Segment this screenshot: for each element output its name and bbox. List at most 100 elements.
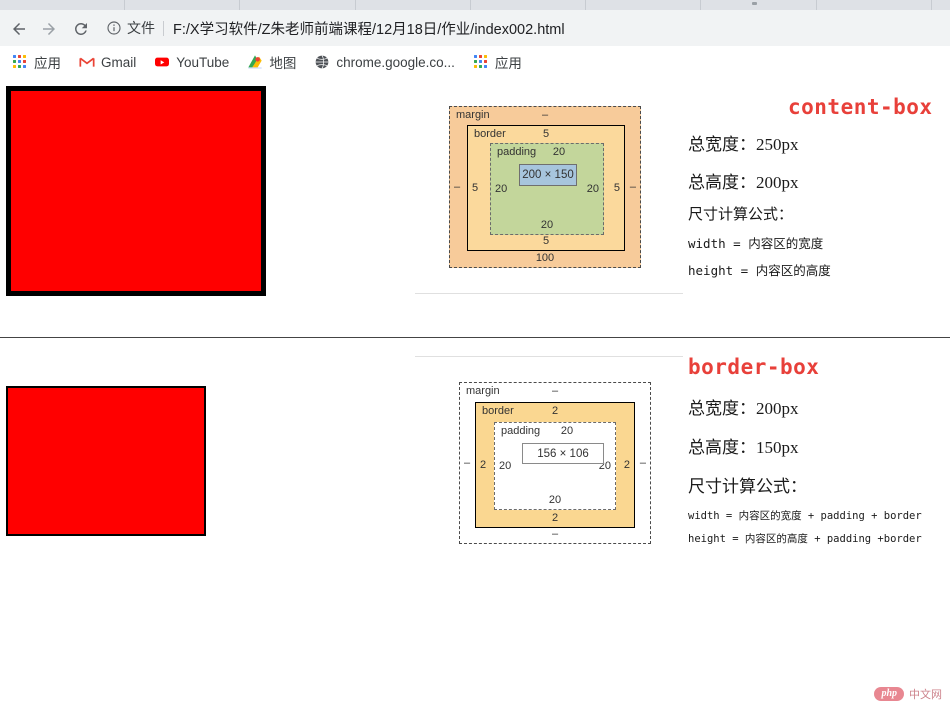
forward-button[interactable] bbox=[38, 18, 60, 40]
back-arrow-icon bbox=[10, 20, 28, 38]
info-circle-icon[interactable] bbox=[106, 20, 122, 36]
url-scheme-label: 文件 bbox=[127, 20, 155, 36]
padding-left-value: 20 bbox=[499, 460, 512, 472]
bookmark-label: 应用 bbox=[494, 56, 522, 71]
margin-top-value: – bbox=[541, 109, 549, 121]
bookmark-chrome-store[interactable]: chrome.google.co... bbox=[312, 50, 457, 74]
tab-divider bbox=[816, 0, 817, 10]
bookmark-label: 应用 bbox=[34, 56, 61, 71]
google-maps-icon bbox=[247, 54, 263, 70]
bookmark-youtube[interactable]: YouTube bbox=[152, 50, 231, 74]
forward-arrow-icon bbox=[40, 20, 58, 38]
border-top-value: 2 bbox=[551, 405, 559, 417]
border-top-value: 5 bbox=[542, 128, 550, 140]
bookmark-label: chrome.google.co... bbox=[336, 54, 455, 70]
omnibox-divider bbox=[163, 20, 164, 36]
padding-bottom-value: 20 bbox=[548, 494, 562, 506]
panel-title: content-box bbox=[788, 95, 933, 119]
explanation-panel-border-box: border-box 总宽度：200px 总高度：150px 尺寸计算公式： w… bbox=[688, 355, 946, 546]
panel-title: border-box bbox=[688, 355, 820, 379]
margin-bottom-value: – bbox=[551, 528, 559, 540]
margin-left-value: – bbox=[464, 457, 471, 469]
box-model-content-layer: 200 × 150 bbox=[519, 164, 577, 186]
apps-grid-icon bbox=[12, 54, 28, 70]
formula-width-text: width = 内容区的宽度 + padding + border bbox=[688, 510, 922, 522]
section-divider-light bbox=[415, 293, 683, 294]
reload-icon bbox=[72, 20, 90, 38]
explanation-panel-content-box: content-box 总宽度：250px 总高度：200px 尺寸计算公式： … bbox=[688, 95, 946, 279]
bookmark-maps[interactable]: 地图 bbox=[245, 50, 298, 74]
margin-top-value: – bbox=[551, 385, 559, 397]
youtube-icon bbox=[154, 54, 170, 70]
padding-bottom-value: 20 bbox=[540, 219, 554, 231]
browser-chrome: 文件 F:/X学习软件/Z朱老师前端课程/12月18日/作业/index002.… bbox=[0, 0, 950, 78]
bookmark-label: Gmail bbox=[101, 54, 137, 70]
tab-strip[interactable] bbox=[0, 0, 950, 10]
box-model-padding-layer: padding 20 20 20 20 200 × 150 bbox=[490, 143, 604, 235]
box-model-margin-layer: margin – – – – border 2 2 2 2 padding 20… bbox=[459, 382, 651, 544]
url-input[interactable]: F:/X学习软件/Z朱老师前端课程/12月18日/作业/index002.htm… bbox=[173, 18, 565, 39]
watermark-label: 中文网 bbox=[909, 689, 942, 701]
watermark: php 中文网 bbox=[874, 686, 942, 702]
section-divider-main bbox=[0, 337, 950, 338]
padding-top-value: 20 bbox=[560, 425, 574, 437]
margin-bottom-value: 100 bbox=[535, 252, 555, 264]
tab-divider bbox=[470, 0, 471, 10]
total-height-text: 总高度：150px bbox=[688, 438, 799, 457]
box-model-diagram-content-box: margin – 100 – – border 5 5 5 5 padding … bbox=[449, 106, 641, 268]
address-bar[interactable]: 文件 F:/X学习软件/Z朱老师前端课程/12月18日/作业/index002.… bbox=[106, 16, 944, 40]
padding-right-value: 20 bbox=[586, 183, 599, 195]
box-model-diagram-border-box: margin – – – – border 2 2 2 2 padding 20… bbox=[459, 382, 651, 544]
bookmark-label: YouTube bbox=[176, 54, 230, 70]
formula-height-text: height = 内容区的高度 + padding +border bbox=[688, 533, 922, 545]
browser-toolbar: 文件 F:/X学习软件/Z朱老师前端课程/12月18日/作业/index002.… bbox=[0, 10, 950, 47]
red-demo-box-content-box bbox=[6, 86, 266, 296]
apps-grid-icon bbox=[473, 54, 489, 70]
border-left-value: 2 bbox=[480, 459, 487, 471]
padding-top-value: 20 bbox=[552, 146, 566, 158]
border-left-value: 5 bbox=[472, 182, 479, 194]
globe-icon bbox=[314, 54, 330, 70]
reload-button[interactable] bbox=[70, 18, 92, 40]
tab-divider bbox=[239, 0, 240, 10]
content-size-value: 200 × 150 bbox=[522, 169, 574, 181]
page-content: margin – 100 – – border 5 5 5 5 padding … bbox=[0, 78, 950, 714]
bookmark-apps[interactable]: 应用 bbox=[10, 50, 63, 74]
box-model-border-layer: border 2 2 2 2 padding 20 20 20 20 156 ×… bbox=[475, 402, 635, 528]
back-button[interactable] bbox=[8, 18, 30, 40]
tab-divider bbox=[700, 0, 701, 10]
box-model-padding-layer: padding 20 20 20 20 156 × 106 bbox=[494, 422, 616, 510]
border-bottom-value: 5 bbox=[542, 235, 550, 247]
box-model-border-layer: border 5 5 5 5 padding 20 20 20 20 200 ×… bbox=[467, 125, 625, 251]
formula-height-text: height = 内容区的高度 bbox=[688, 263, 831, 278]
bookmark-label: 地图 bbox=[269, 56, 297, 71]
border-right-value: 5 bbox=[613, 182, 620, 194]
border-right-value: 2 bbox=[623, 459, 630, 471]
box-model-margin-layer: margin – 100 – – border 5 5 5 5 padding … bbox=[449, 106, 641, 268]
margin-right-value: – bbox=[639, 457, 646, 469]
margin-right-value: – bbox=[629, 181, 636, 193]
tab-divider bbox=[585, 0, 586, 10]
padding-left-value: 20 bbox=[495, 183, 508, 195]
total-height-text: 总高度：200px bbox=[688, 173, 799, 192]
border-bottom-value: 2 bbox=[551, 512, 559, 524]
margin-left-value: – bbox=[454, 181, 461, 193]
bookmark-apps-2[interactable]: 应用 bbox=[471, 50, 524, 74]
tab-divider bbox=[355, 0, 356, 10]
tab-divider bbox=[124, 0, 125, 10]
bookmarks-bar: 应用 Gmail YouTube 地图 chrome.google.co... … bbox=[0, 46, 950, 78]
content-size-value: 156 × 106 bbox=[537, 447, 589, 460]
php-logo: php bbox=[874, 687, 904, 701]
red-demo-box-border-box bbox=[6, 386, 206, 536]
total-width-text: 总宽度：250px bbox=[688, 135, 799, 154]
formula-heading: 尺寸计算公式： bbox=[688, 207, 794, 223]
box-model-content-layer: 156 × 106 bbox=[522, 443, 604, 464]
bookmark-gmail[interactable]: Gmail bbox=[77, 50, 138, 74]
gmail-icon bbox=[79, 54, 95, 70]
active-tab-indicator bbox=[752, 2, 757, 5]
formula-width-text: width = 内容区的宽度 bbox=[688, 236, 824, 251]
total-width-text: 总宽度：200px bbox=[688, 399, 799, 418]
tab-divider bbox=[931, 0, 932, 10]
formula-heading: 尺寸计算公式： bbox=[688, 477, 807, 496]
section-divider-light bbox=[415, 356, 683, 357]
